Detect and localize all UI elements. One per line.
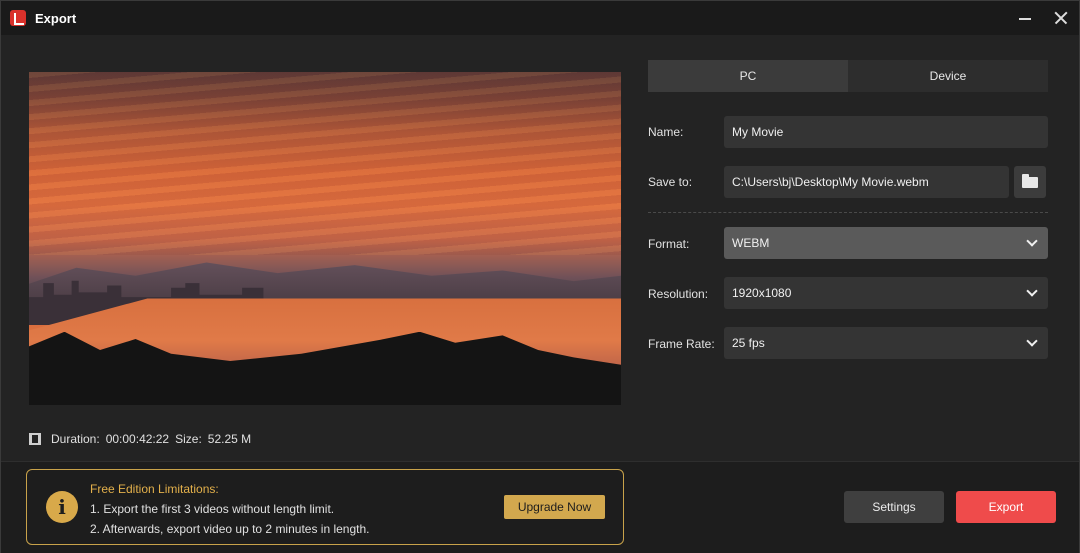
video-preview (29, 72, 621, 405)
form-divider (648, 212, 1048, 213)
format-select[interactable]: WEBM (724, 227, 1048, 259)
resolution-label: Resolution: (648, 287, 709, 301)
limitation-line-2: 2. Afterwards, export video up to 2 minu… (90, 522, 370, 536)
tab-pc[interactable]: PC (648, 60, 848, 92)
frame-rate-value: 25 fps (732, 336, 765, 350)
minimize-icon[interactable] (1014, 7, 1036, 29)
destination-tabs: PC Device (648, 60, 1048, 92)
window-title: Export (35, 11, 77, 26)
frame-rate-label: Frame Rate: (648, 337, 715, 351)
chevron-down-icon (1026, 335, 1038, 347)
browse-folder-button[interactable] (1014, 166, 1046, 198)
format-value: WEBM (732, 236, 770, 250)
close-icon[interactable] (1050, 7, 1072, 29)
resolution-select[interactable]: 1920x1080 (724, 277, 1048, 309)
app-logo-icon (10, 10, 26, 26)
export-dialog: Export Duration: 00:00:42:22 Size: 52.25… (0, 0, 1080, 553)
video-info: Duration: 00:00:42:22 Size: 52.25 M (29, 432, 251, 446)
title-bar: Export (1, 1, 1079, 35)
settings-button[interactable]: Settings (844, 491, 944, 523)
size-label: Size: (175, 432, 202, 446)
chevron-down-icon (1026, 285, 1038, 297)
film-icon (29, 433, 41, 445)
info-icon: i (46, 491, 78, 523)
chevron-down-icon (1026, 235, 1038, 247)
save-to-label: Save to: (648, 175, 693, 189)
save-path-field[interactable]: C:\Users\bj\Desktop\My Movie.webm (724, 166, 1009, 198)
limitations-panel: i Free Edition Limitations: 1. Export th… (26, 469, 624, 545)
limitations-title: Free Edition Limitations: (90, 482, 219, 496)
name-label: Name: (648, 125, 684, 139)
resolution-value: 1920x1080 (732, 286, 792, 300)
upgrade-now-button[interactable]: Upgrade Now (504, 495, 605, 519)
format-label: Format: (648, 237, 690, 251)
duration-label: Duration: (51, 432, 100, 446)
size-value: 52.25 M (207, 432, 252, 446)
tab-device[interactable]: Device (848, 60, 1048, 92)
name-field[interactable]: My Movie (724, 116, 1048, 148)
export-button[interactable]: Export (956, 491, 1056, 523)
frame-rate-select[interactable]: 25 fps (724, 327, 1048, 359)
limitation-line-1: 1. Export the first 3 videos without len… (90, 502, 335, 516)
folder-icon (1022, 174, 1038, 188)
preview-sky (29, 72, 621, 256)
duration-value: 00:00:42:22 (105, 432, 170, 446)
